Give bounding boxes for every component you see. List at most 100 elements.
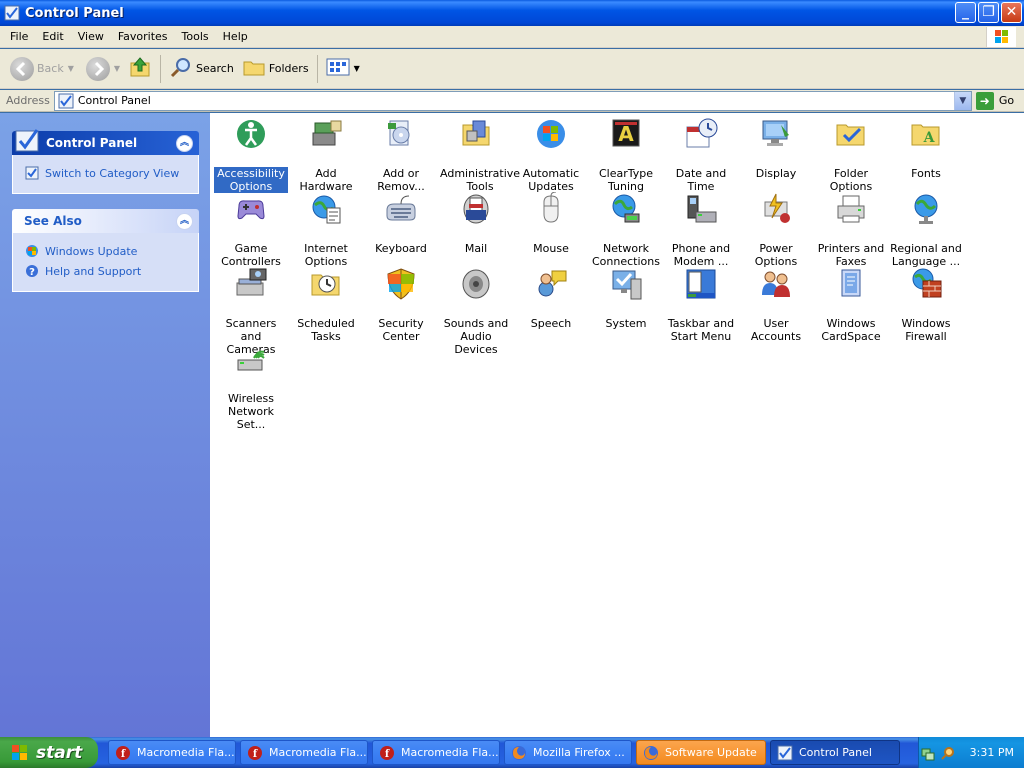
cp-item-phone-modem[interactable]: Phone and Modem ... <box>664 190 738 268</box>
cp-item-add-remove-programs[interactable]: Add or Remov... <box>364 115 438 193</box>
control-panel-section-body: Switch to Category View <box>12 155 199 194</box>
folders-button[interactable]: Folders <box>238 52 313 86</box>
taskbar-button[interactable]: Mozilla Firefox ... <box>504 740 632 765</box>
cp-item-network-connections[interactable]: Network Connections <box>589 190 663 268</box>
menu-help[interactable]: Help <box>216 30 255 43</box>
regional-language-icon <box>909 192 943 226</box>
taskbar-button-label: Software Update <box>665 746 757 759</box>
back-label: Back <box>37 62 64 75</box>
mail-icon <box>459 192 493 226</box>
add-hardware-icon <box>309 117 343 151</box>
security-center-icon <box>384 267 418 301</box>
scheduled-tasks-icon <box>309 267 343 301</box>
forward-arrow-icon <box>85 56 110 81</box>
minimize-button[interactable]: _ <box>955 2 976 23</box>
cp-item-label: Fonts <box>911 167 941 180</box>
cp-item-user-accounts[interactable]: User Accounts <box>739 265 813 343</box>
svg-text:?: ? <box>29 267 35 278</box>
cp-item-administrative-tools[interactable]: Administrative Tools <box>439 115 520 193</box>
firefox-icon <box>511 745 527 761</box>
cp-item-printers-faxes[interactable]: Printers and Faxes <box>814 190 888 268</box>
forward-dropdown-icon[interactable]: ▼ <box>114 64 120 73</box>
back-dropdown-icon[interactable]: ▼ <box>68 64 74 73</box>
cp-item-display[interactable]: Display <box>739 115 813 187</box>
taskbar-button[interactable]: f Macromedia Fla... <box>372 740 500 765</box>
cp-item-date-time[interactable]: Date and Time <box>664 115 738 193</box>
menu-edit[interactable]: Edit <box>35 30 70 43</box>
forward-button[interactable]: ▼ <box>82 52 124 86</box>
cp-item-label: Speech <box>530 317 572 330</box>
search-tray-icon[interactable] <box>940 745 956 761</box>
title-bar[interactable]: Control Panel _ ❐ ✕ <box>0 0 1024 26</box>
restore-button[interactable]: ❐ <box>978 2 999 23</box>
cp-item-cardspace[interactable]: Windows CardSpace <box>814 265 888 343</box>
control-panel-section-title: Control Panel <box>46 136 138 150</box>
menu-file[interactable]: File <box>0 30 35 43</box>
address-dropdown-icon[interactable]: ▼ <box>953 91 971 110</box>
taskbar-button-label: Macromedia Fla... <box>137 746 235 759</box>
cp-item-speech[interactable]: Speech <box>514 265 588 337</box>
speech-icon <box>534 267 568 301</box>
back-button[interactable]: Back ▼ <box>6 52 78 86</box>
search-icon <box>169 55 193 82</box>
cp-item-firewall[interactable]: Windows Firewall <box>889 265 963 343</box>
start-button[interactable]: start <box>0 737 98 768</box>
cp-item-regional-language[interactable]: Regional and Language ... <box>889 190 963 268</box>
windows-update-link[interactable]: Windows Update <box>25 241 188 261</box>
network-tray-icon[interactable] <box>920 745 936 761</box>
toolbar: Back ▼ ▼ Search Folders ▼ <box>0 49 1024 89</box>
cp-item-label: System <box>605 317 647 330</box>
automatic-updates-icon <box>534 117 568 151</box>
address-input[interactable]: Control Panel ▼ <box>53 90 972 111</box>
cardspace-icon <box>834 267 868 301</box>
taskbar-button[interactable]: f Macromedia Fla... <box>108 740 236 765</box>
cp-item-mail[interactable]: Mail <box>439 190 513 262</box>
cp-item-system[interactable]: System <box>589 265 663 337</box>
close-button[interactable]: ✕ <box>1001 2 1022 23</box>
cp-item-wireless-network[interactable]: Wireless Network Set... <box>214 340 288 431</box>
cp-item-label: User Accounts <box>750 317 802 343</box>
cp-item-automatic-updates[interactable]: Automatic Updates <box>514 115 588 193</box>
menu-view[interactable]: View <box>71 30 111 43</box>
cp-item-keyboard[interactable]: Keyboard <box>364 190 438 262</box>
date-time-icon <box>684 117 718 151</box>
go-arrow-icon: ➜ <box>975 91 994 110</box>
switch-view-icon <box>25 166 39 180</box>
svg-text:A: A <box>618 122 634 146</box>
go-button[interactable]: ➜ Go <box>975 91 1015 110</box>
cp-item-power-options[interactable]: Power Options <box>739 190 813 268</box>
cp-item-taskbar-start-menu[interactable]: Taskbar and Start Menu <box>664 265 738 343</box>
cp-item-sounds-audio[interactable]: Sounds and Audio Devices <box>439 265 513 356</box>
cp-item-scanners-cameras[interactable]: Scanners and Cameras <box>214 265 288 356</box>
collapse-chevron-icon[interactable]: ︽ <box>176 135 193 152</box>
menu-tools[interactable]: Tools <box>175 30 216 43</box>
cp-item-game-controller[interactable]: Game Controllers <box>214 190 288 268</box>
see-also-section-header[interactable]: See Also ︽ <box>12 209 199 233</box>
cp-item-fonts[interactable]: A Fonts <box>889 115 963 187</box>
windows-update-icon <box>25 244 39 258</box>
taskbar-button-label: Mozilla Firefox ... <box>533 746 625 759</box>
cp-item-cleartype[interactable]: A ClearType Tuning <box>589 115 663 193</box>
taskbar-button[interactable]: Software Update <box>636 740 766 765</box>
taskbar-button[interactable]: f Macromedia Fla... <box>240 740 368 765</box>
switch-category-view-link[interactable]: Switch to Category View <box>25 163 188 183</box>
views-button[interactable]: ▼ <box>322 52 364 86</box>
collapse-chevron-icon[interactable]: ︽ <box>176 213 193 230</box>
sounds-audio-icon <box>459 267 493 301</box>
cp-item-folder-options[interactable]: Folder Options <box>814 115 888 193</box>
control-panel-section-header[interactable]: Control Panel ︽ <box>12 129 199 155</box>
cp-item-scheduled-tasks[interactable]: Scheduled Tasks <box>289 265 363 343</box>
cp-item-label: Scheduled Tasks <box>297 317 355 343</box>
cp-item-mouse[interactable]: Mouse <box>514 190 588 262</box>
cp-item-add-hardware[interactable]: Add Hardware <box>289 115 363 193</box>
search-button[interactable]: Search <box>165 52 238 86</box>
clock[interactable]: 3:31 PM <box>970 746 1014 759</box>
taskbar-button[interactable]: Control Panel <box>770 740 900 765</box>
menu-favorites[interactable]: Favorites <box>111 30 175 43</box>
up-folder-button[interactable] <box>124 52 156 86</box>
cp-item-internet-options[interactable]: Internet Options <box>289 190 363 268</box>
help-support-link[interactable]: ? Help and Support <box>25 261 188 281</box>
cp-item-security-center[interactable]: Security Center <box>364 265 438 343</box>
go-label: Go <box>998 94 1015 107</box>
cp-item-accessibility[interactable]: Accessibility Options <box>214 115 288 193</box>
